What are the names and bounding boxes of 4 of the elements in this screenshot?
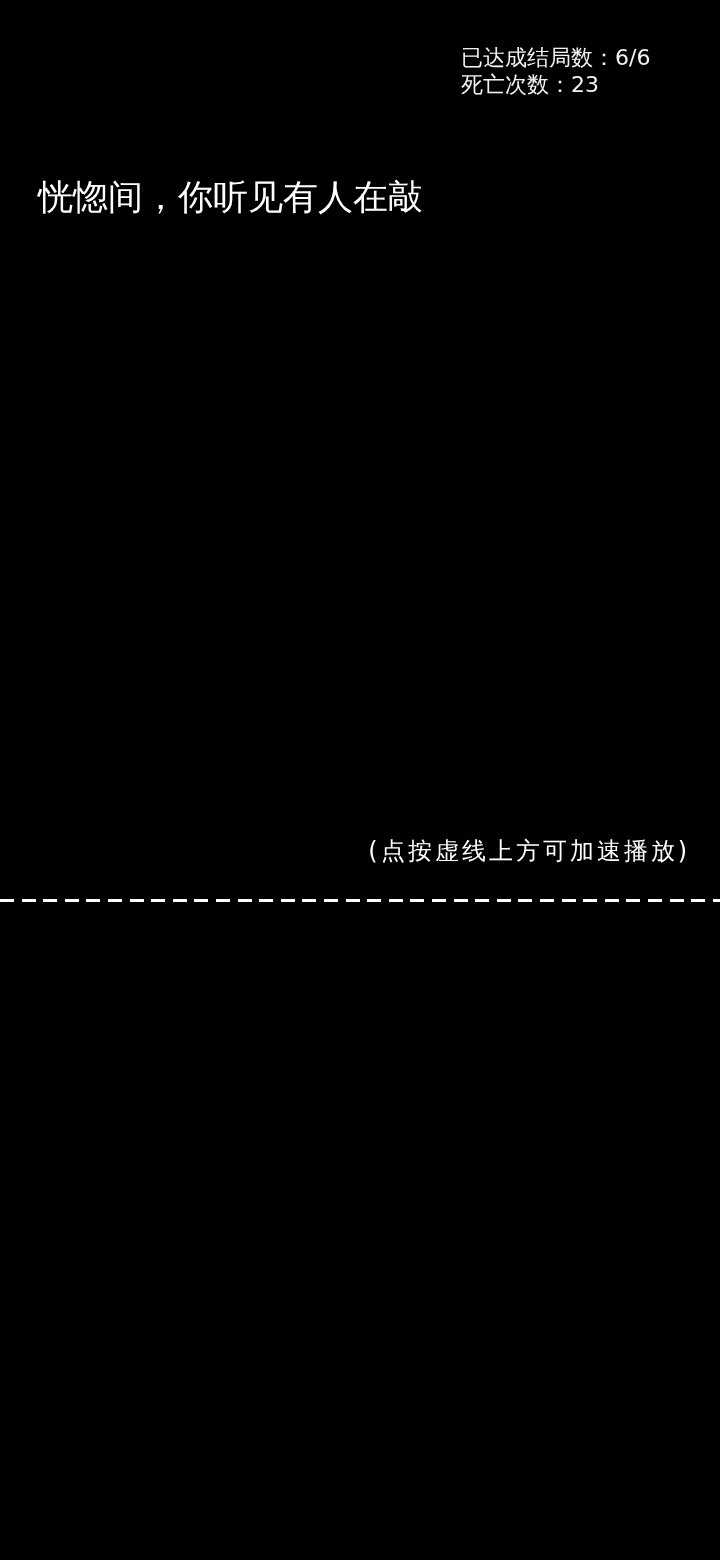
hint-text: (点按虚线上方可加速播放): [368, 836, 690, 867]
counter-text: 死亡次数：23: [461, 71, 599, 98]
story-text: 恍惚间，你听见有人在敲: [38, 176, 423, 219]
counter-text: 已达成结局数：6/6: [461, 44, 651, 71]
